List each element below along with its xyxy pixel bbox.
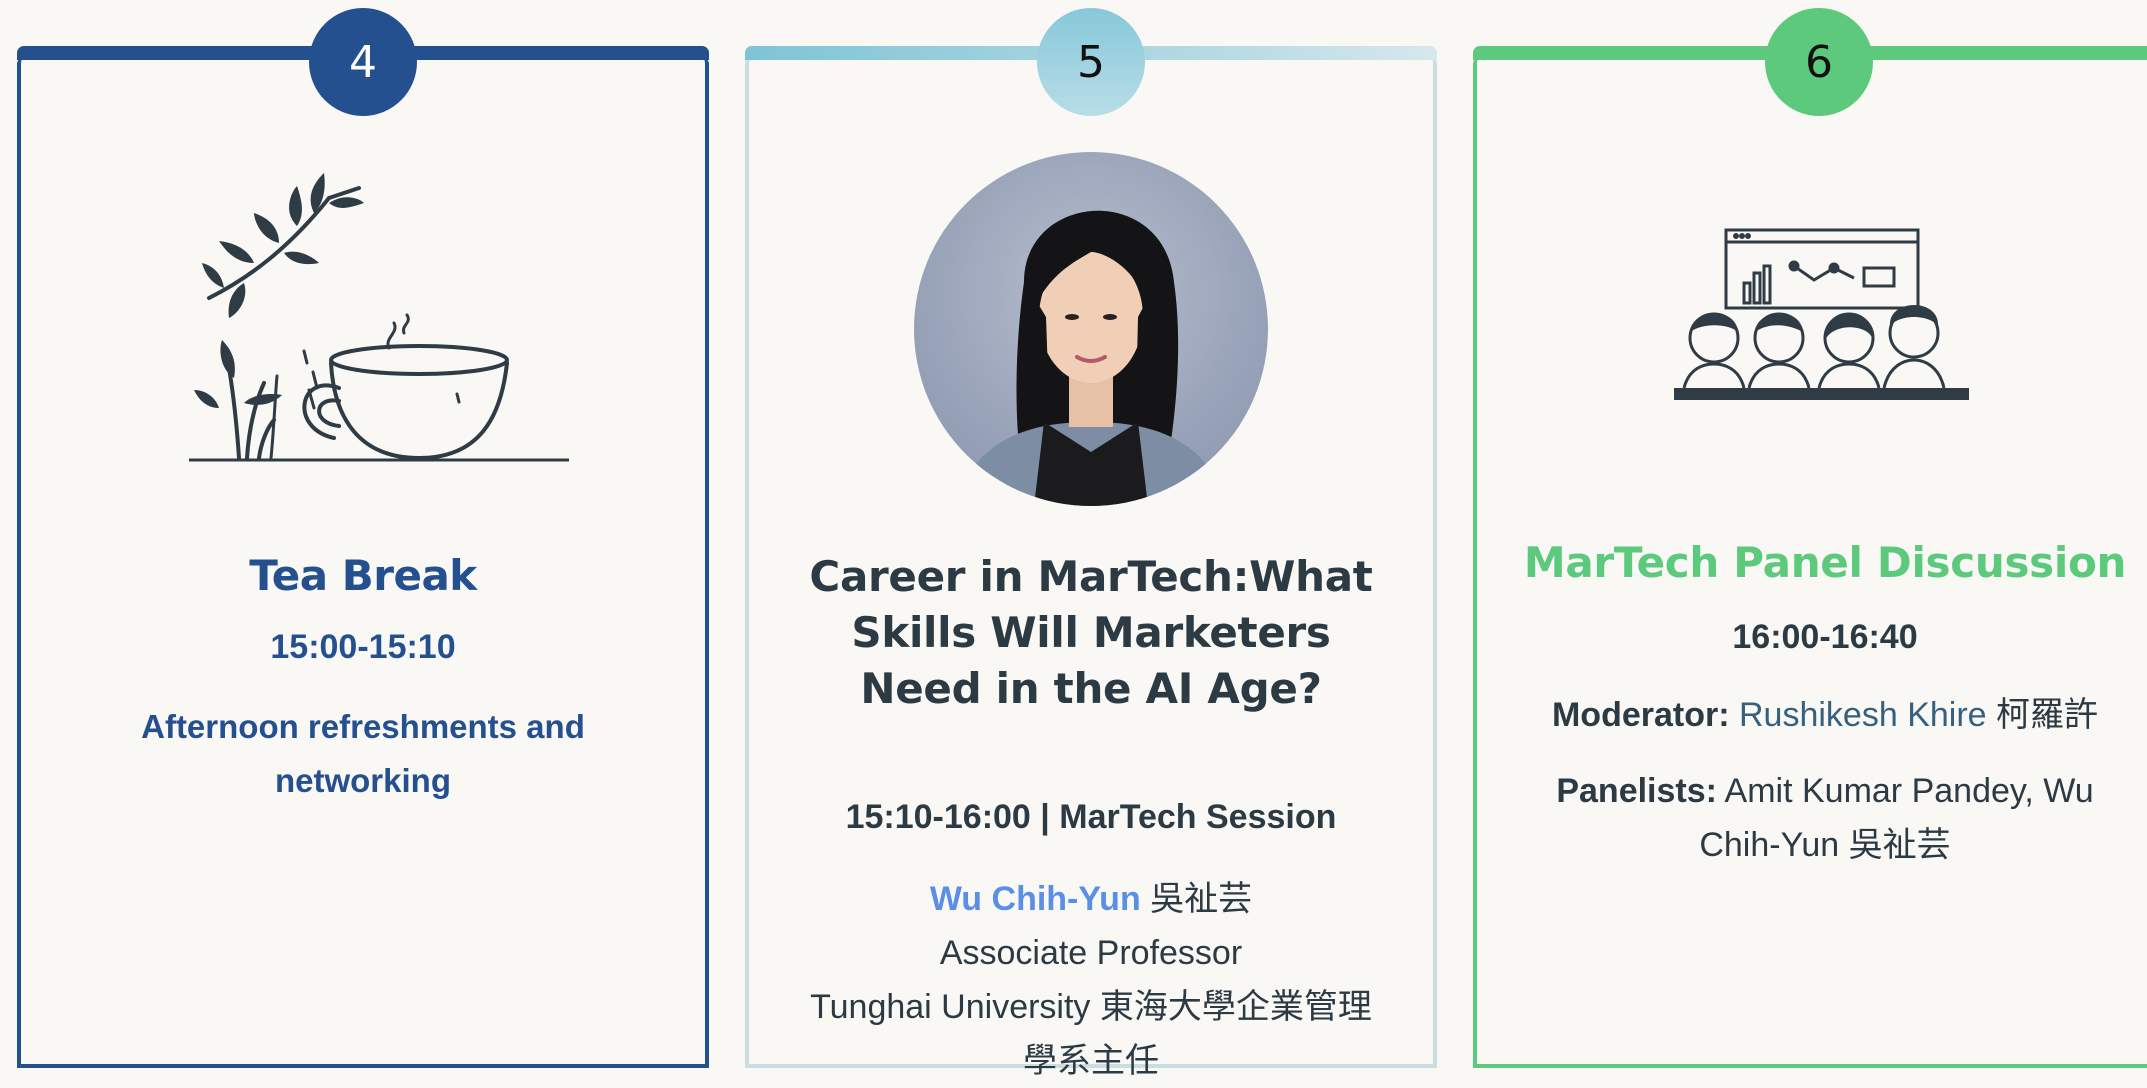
step-badge-5: 5 xyxy=(1037,8,1145,116)
speaker-photo xyxy=(914,152,1268,506)
session-title: Career in MarTech:What Skills Will Marke… xyxy=(809,552,1373,713)
speaker-name-line: Wu Chih-Yun 吳祉芸 xyxy=(769,872,1413,926)
moderator-line: Moderator: Rushikesh Khire 柯羅許 xyxy=(1497,688,2147,742)
teacup-icon xyxy=(189,173,569,462)
speaker-name-zh: 吳祉芸 xyxy=(1140,880,1253,918)
moderator-name-zh: 柯羅許 xyxy=(1986,696,2099,734)
moderator-name: Rushikesh Khire xyxy=(1739,696,1987,734)
step-number: 4 xyxy=(349,36,377,88)
session-title: MarTech Panel Discussion xyxy=(1523,538,2127,587)
speaker-info: Wu Chih-Yun 吳祉芸 Associate Professor Tung… xyxy=(769,872,1413,1088)
panel-discussion-icon xyxy=(1674,228,1969,400)
step-badge-4: 4 xyxy=(309,8,417,116)
step-badge-6: 6 xyxy=(1765,8,1873,116)
speaker-role: Associate Professor xyxy=(939,934,1243,972)
session-time: 15:10-16:00 xyxy=(845,798,1031,836)
panelists-line: Panelists: Amit Kumar Pandey, Wu Chih-Yu… xyxy=(1497,764,2147,872)
step-number: 6 xyxy=(1805,36,1833,88)
panelists-label: Panelists: xyxy=(1556,772,1717,810)
session-title: Tea Break xyxy=(249,551,477,600)
moderator-label: Moderator: xyxy=(1551,696,1730,734)
speaker-affiliation: Tunghai University 東海大學企業管理學系主任 xyxy=(810,988,1372,1080)
session-time: 15:00-15:10 xyxy=(270,628,456,666)
session-time: 16:00-16:40 xyxy=(1732,618,1918,656)
step-number: 5 xyxy=(1077,36,1105,88)
speaker-name: Wu Chih-Yun xyxy=(929,880,1141,918)
session-track: MarTech Session xyxy=(1059,798,1337,836)
session-description: Afternoon refreshments and networking xyxy=(141,708,585,799)
panelists-names: Amit Kumar Pandey, Wu Chih-Yun 吳祉芸 xyxy=(1699,772,2094,864)
separator: | xyxy=(1030,798,1060,836)
session-time-line: 15:10-16:00 | MarTech Session xyxy=(749,798,1433,837)
agenda-card-panel-discussion: MarTech Panel Discussion 16:00-16:40 Mod… xyxy=(1473,46,2147,1068)
agenda-card-tea-break: Tea Break 15:00-15:10 Afternoon refreshm… xyxy=(17,46,709,1068)
